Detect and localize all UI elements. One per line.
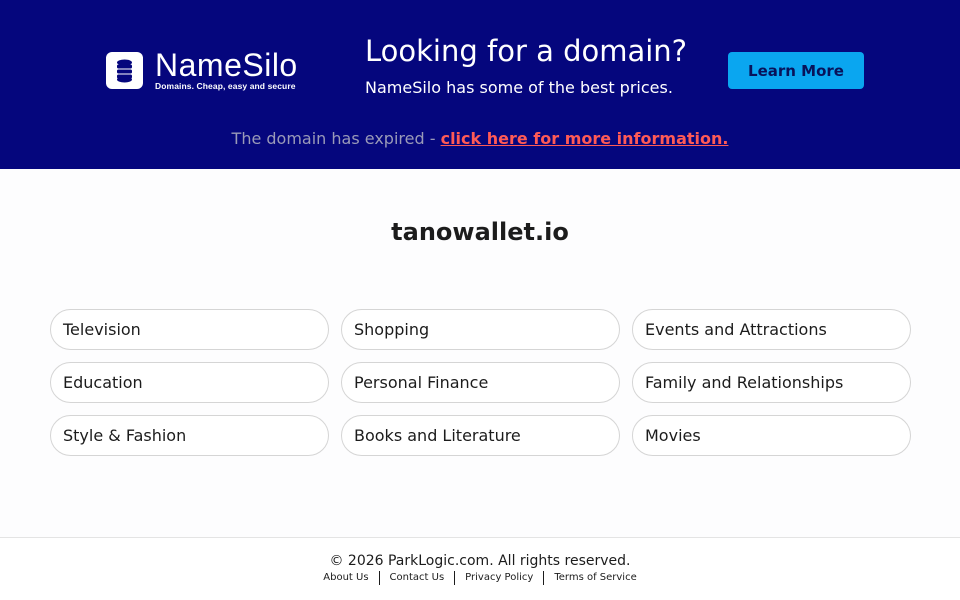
category-personal-finance[interactable]: Personal Finance [341, 362, 620, 403]
copyright-text: © 2026 ParkLogic.com. All rights reserve… [329, 553, 631, 569]
category-movies[interactable]: Movies [632, 415, 911, 456]
category-education[interactable]: Education [50, 362, 329, 403]
expired-notice: The domain has expired - click here for … [0, 129, 960, 148]
category-style-fashion[interactable]: Style & Fashion [50, 415, 329, 456]
footer-links: About Us Contact Us Privacy Policy Terms… [0, 571, 960, 585]
footer: © 2026 ParkLogic.com. All rights reserve… [0, 538, 960, 600]
category-grid: Television Shopping Events and Attractio… [50, 309, 911, 456]
domain-name-heading: tanowallet.io [391, 218, 569, 246]
about-us-link[interactable]: About Us [313, 571, 378, 585]
terms-of-service-link[interactable]: Terms of Service [544, 571, 646, 585]
category-family-and-relationships[interactable]: Family and Relationships [632, 362, 911, 403]
category-shopping[interactable]: Shopping [341, 309, 620, 350]
logo-name: NameSilo [155, 47, 298, 83]
more-info-link[interactable]: click here for more information. [441, 129, 729, 148]
namesilo-logo[interactable]: NameSilo Domains. Cheap, easy and secure [106, 47, 298, 91]
logo-tagline: Domains. Cheap, easy and secure [155, 81, 296, 91]
promo-subtitle: NameSilo has some of the best prices. [365, 78, 673, 97]
logo-text: NameSilo Domains. Cheap, easy and secure [155, 47, 298, 91]
database-stack-icon [106, 52, 143, 89]
privacy-policy-link[interactable]: Privacy Policy [455, 571, 543, 585]
promo-title: Looking for a domain? [365, 34, 688, 68]
category-events-and-attractions[interactable]: Events and Attractions [632, 309, 911, 350]
category-books-and-literature[interactable]: Books and Literature [341, 415, 620, 456]
learn-more-button[interactable]: Learn More [728, 52, 864, 89]
contact-us-link[interactable]: Contact Us [380, 571, 455, 585]
namesilo-banner: NameSilo Domains. Cheap, easy and secure… [0, 0, 960, 169]
expired-notice-text: The domain has expired - [231, 129, 441, 148]
category-television[interactable]: Television [50, 309, 329, 350]
